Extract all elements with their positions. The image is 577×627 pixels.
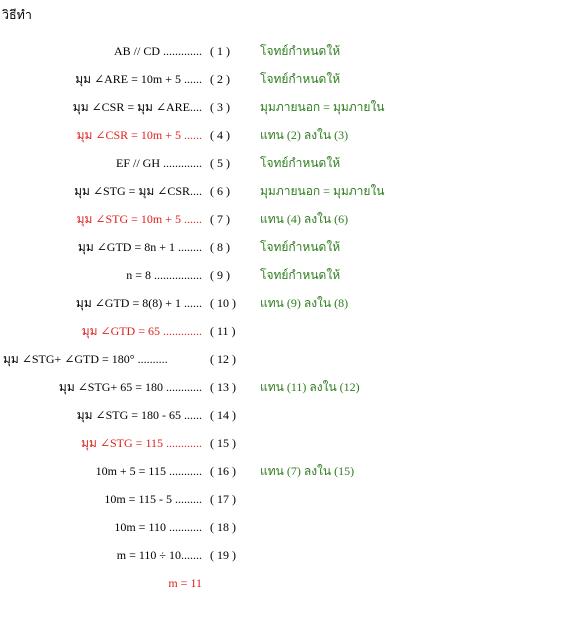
step-row: 10m = 115 - 5 ......... ( 17 ) [0, 490, 577, 508]
step-number: ( 15 ) [210, 436, 236, 450]
step-expression: 10m + 5 = 115 ........... [95, 464, 202, 478]
step-number: ( 3 ) [210, 100, 230, 114]
step-number: ( 1 ) [210, 44, 230, 58]
step-number: ( 5 ) [210, 156, 230, 170]
solution-page: วิธีทำ AB // CD ............. ( 1 ) โจทย… [0, 0, 577, 627]
step-reason: แทน (7) ลงใน (15) [260, 464, 355, 478]
step-number: ( 17 ) [210, 492, 236, 506]
step-row: 10m = 110 ........... ( 18 ) [0, 518, 577, 536]
step-expression: มุม ∠STG = 180 - 65 ...... [76, 408, 202, 422]
step-row: 10m + 5 = 115 ........... ( 16 ) แทน (7)… [0, 462, 577, 480]
step-number: ( 8 ) [210, 240, 230, 254]
step-row: มุม ∠GTD = 8n + 1 ........ ( 8 ) โจทย์กำ… [0, 238, 577, 256]
step-row: m = 110 ÷ 10....... ( 19 ) [0, 546, 577, 564]
step-expression: มุม ∠ARE = 10m + 5 ...... [75, 72, 202, 86]
step-expression: มุม ∠CSR = มุม ∠ARE.... [72, 100, 202, 114]
step-number: ( 9 ) [210, 268, 230, 282]
step-reason: แทน (4) ลงใน (6) [260, 212, 349, 226]
final-answer-row: m = 11 [0, 574, 577, 592]
step-row: มุม ∠STG+ 65 = 180 ............ ( 13 ) แ… [0, 378, 577, 396]
step-number: ( 6 ) [210, 184, 230, 198]
step-expression: 10m = 110 ........... [114, 520, 202, 534]
step-row-highlighted: มุม ∠GTD = 65 ............. ( 11 ) [0, 322, 577, 340]
step-row-highlighted: มุม ∠CSR = 10m + 5 ...... ( 4 ) แทน (2) … [0, 126, 577, 144]
step-expression: มุม ∠STG = 115 ............ [81, 436, 202, 450]
step-number: ( 4 ) [210, 128, 230, 142]
step-expression: มุม ∠GTD = 8n + 1 ........ [77, 240, 202, 254]
step-number: ( 10 ) [210, 296, 236, 310]
step-number: ( 2 ) [210, 72, 230, 86]
step-row: มุม ∠CSR = มุม ∠ARE.... ( 3 ) มุมภายนอก … [0, 98, 577, 116]
step-number: ( 11 ) [210, 324, 236, 338]
step-row: AB // CD ............. ( 1 ) โจทย์กำหนดใ… [0, 42, 577, 60]
step-expression: มุม ∠STG+ ∠GTD = 180° .......... [3, 352, 168, 366]
step-expression: มุม ∠CSR = 10m + 5 ...... [76, 128, 202, 142]
step-number: ( 12 ) [210, 352, 236, 366]
step-number: ( 14 ) [210, 408, 236, 422]
step-expression: m = 110 ÷ 10....... [116, 548, 202, 562]
step-number: ( 18 ) [210, 520, 236, 534]
step-reason: แทน (2) ลงใน (3) [260, 128, 349, 142]
step-reason: แทน (9) ลงใน (8) [260, 296, 349, 310]
step-reason: โจทย์กำหนดให้ [260, 268, 341, 282]
step-expression: n = 8 ................ [126, 268, 202, 282]
step-expression: EF // GH ............. [115, 156, 202, 170]
step-expression: มุม ∠GTD = 8(8) + 1 ...... [75, 296, 202, 310]
step-reason: โจทย์กำหนดให้ [260, 72, 341, 86]
step-number: ( 7 ) [210, 212, 230, 226]
step-number: ( 16 ) [210, 464, 236, 478]
step-expression: 10m = 115 - 5 ......... [104, 492, 202, 506]
solution-heading: วิธีทำ [2, 8, 32, 22]
step-row: มุม ∠STG = มุม ∠CSR.... ( 6 ) มุมภายนอก … [0, 182, 577, 200]
step-row-highlighted: มุม ∠STG = 10m + 5 ...... ( 7 ) แทน (4) … [0, 210, 577, 228]
step-row: มุม ∠STG+ ∠GTD = 180° .......... ( 12 ) [0, 350, 577, 368]
step-row: มุม ∠ARE = 10m + 5 ...... ( 2 ) โจทย์กำห… [0, 70, 577, 88]
step-reason: โจทย์กำหนดให้ [260, 156, 341, 170]
step-row-highlighted: มุม ∠STG = 115 ............ ( 15 ) [0, 434, 577, 452]
step-reason: โจทย์กำหนดให้ [260, 44, 341, 58]
step-row: มุม ∠GTD = 8(8) + 1 ...... ( 10 ) แทน (9… [0, 294, 577, 312]
step-expression: AB // CD ............. [113, 44, 202, 58]
step-expression: มุม ∠STG+ 65 = 180 ............ [58, 380, 202, 394]
step-row: มุม ∠STG = 180 - 65 ...... ( 14 ) [0, 406, 577, 424]
step-row: n = 8 ................ ( 9 ) โจทย์กำหนดใ… [0, 266, 577, 284]
step-number: ( 19 ) [210, 548, 236, 562]
step-reason: แทน (11) ลงใน (12) [260, 380, 360, 394]
step-number: ( 13 ) [210, 380, 236, 394]
final-answer: m = 11 [168, 576, 202, 590]
step-reason: มุมภายนอก = มุมภายใน [260, 100, 385, 114]
step-reason: โจทย์กำหนดให้ [260, 240, 341, 254]
step-reason: มุมภายนอก = มุมภายใน [260, 184, 385, 198]
step-expression: มุม ∠STG = 10m + 5 ...... [76, 212, 202, 226]
step-expression: มุม ∠STG = มุม ∠CSR.... [74, 184, 202, 198]
step-expression: มุม ∠GTD = 65 ............. [81, 324, 202, 338]
step-row: EF // GH ............. ( 5 ) โจทย์กำหนดใ… [0, 154, 577, 172]
